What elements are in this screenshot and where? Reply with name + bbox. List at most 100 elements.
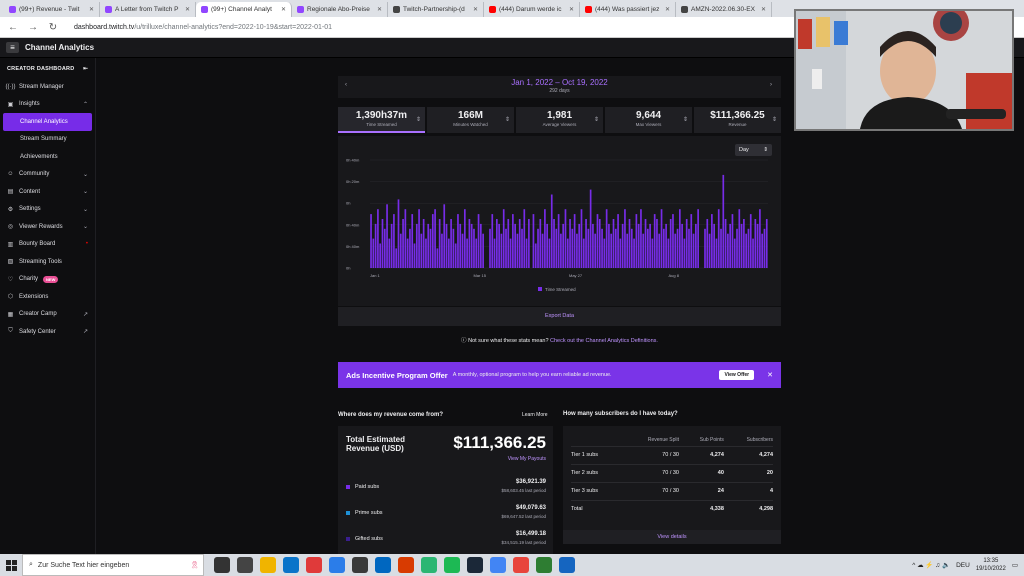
chart-bar[interactable] <box>617 214 619 268</box>
chart-bar[interactable] <box>628 219 631 268</box>
chart-bar[interactable] <box>532 214 535 268</box>
chart-bar[interactable] <box>624 209 626 268</box>
chart-bar[interactable] <box>727 233 729 268</box>
chart-bar[interactable] <box>692 233 695 268</box>
chart-bar[interactable] <box>404 209 407 268</box>
chart-bar[interactable] <box>418 209 420 268</box>
chart-bar[interactable] <box>704 228 706 268</box>
chart-bar[interactable] <box>658 233 661 268</box>
chart-bar[interactable] <box>415 223 418 268</box>
hamburger-menu-icon[interactable]: ≡ <box>6 42 19 53</box>
sidebar-item-content[interactable]: ▤ Content ⌄ <box>0 183 95 201</box>
chart-bar[interactable] <box>537 228 539 268</box>
taskbar-app-icon[interactable] <box>421 557 437 573</box>
chart-bar[interactable] <box>466 238 468 268</box>
collapse-sidebar-icon[interactable]: ⇤ <box>83 66 88 72</box>
chart-bar[interactable] <box>738 209 741 268</box>
chart-bar[interactable] <box>377 209 379 268</box>
taskbar-app-icon[interactable] <box>467 557 483 573</box>
chart-bar[interactable] <box>651 238 654 268</box>
close-tab-icon[interactable]: ✕ <box>761 6 766 13</box>
stat-tab-minutes-watched[interactable]: 166M Minutes Watched ⇕ <box>427 107 514 133</box>
chart-bar[interactable] <box>660 209 663 268</box>
taskbar-app-icon[interactable] <box>490 557 506 573</box>
view-details-button[interactable]: View details <box>563 530 781 544</box>
sidebar-item-viewer-rewards[interactable]: ◎ Viewer Rewards ⌄ <box>0 218 95 236</box>
sidebar-item-insights[interactable]: ▣ Insights ⌃ <box>0 96 95 114</box>
taskbar-app-icon[interactable] <box>559 557 575 573</box>
sidebar-item-extensions[interactable]: ⬡ Extensions <box>0 288 95 306</box>
chart-bar[interactable] <box>752 238 754 268</box>
chart-bar[interactable] <box>743 219 745 268</box>
taskbar-app-icon[interactable] <box>444 557 460 573</box>
sidebar-item-streaming-tools[interactable]: ▧ Streaming Tools <box>0 253 95 271</box>
chart-bar[interactable] <box>745 233 748 268</box>
notification-icon[interactable]: ▭ <box>1012 561 1018 569</box>
chart-bar[interactable] <box>518 219 521 268</box>
chart-bar[interactable] <box>656 219 658 268</box>
learn-more-link[interactable]: Learn More <box>522 412 548 418</box>
chart-bar[interactable] <box>489 228 491 268</box>
view-payouts-link[interactable]: View My Payouts <box>508 456 546 462</box>
chart-bar[interactable] <box>733 238 736 268</box>
chart-bar[interactable] <box>505 228 507 268</box>
chart-bar[interactable] <box>509 238 512 268</box>
chart-bar[interactable] <box>626 233 629 268</box>
sidebar-item-achievements[interactable]: Achievements <box>0 148 95 166</box>
chart-bar[interactable] <box>697 209 699 268</box>
sidebar-item-creator-camp[interactable]: ▦ Creator Camp ↗ <box>0 306 95 324</box>
stat-tab-time-streamed[interactable]: 1,390h37m Time Streamed ⇕ <box>338 107 425 133</box>
chart-bar[interactable] <box>589 189 592 268</box>
chart-bar[interactable] <box>674 233 677 268</box>
chart-bar[interactable] <box>379 243 382 269</box>
chart-bar[interactable] <box>539 219 542 268</box>
stat-tab-max-viewers[interactable]: 9,644 Max Viewers ⇕ <box>605 107 692 133</box>
chart-bar[interactable] <box>525 238 528 268</box>
sidebar-item-stream-manager[interactable]: ((·)) Stream Manager <box>0 78 95 96</box>
chart-bar[interactable] <box>683 238 686 268</box>
chart-bar[interactable] <box>736 228 738 268</box>
chart-bar[interactable] <box>740 223 743 268</box>
chart-bar[interactable] <box>493 238 496 268</box>
chart-bar[interactable] <box>402 219 404 268</box>
chart-bar[interactable] <box>653 214 656 268</box>
chart-bar[interactable] <box>523 209 526 268</box>
close-icon[interactable]: ✕ <box>767 371 773 379</box>
chart-bar[interactable] <box>473 228 475 268</box>
chart-bar[interactable] <box>759 209 761 268</box>
chart-bar[interactable] <box>763 228 766 268</box>
chart-bar[interactable] <box>678 209 681 268</box>
date-range-selector[interactable]: ‹ Jan 1, 2022 – Oct 19, 2022 292 days › <box>338 76 781 98</box>
chart-bar[interactable] <box>427 223 430 268</box>
chart-bar[interactable] <box>496 219 498 268</box>
chart-bar[interactable] <box>573 214 576 268</box>
chart-bar[interactable] <box>395 248 398 268</box>
url-field[interactable]: dashboard.twitch.tv/u/trilluxe/channel-a… <box>74 24 332 31</box>
taskbar-app-icon[interactable] <box>536 557 552 573</box>
chart-bar[interactable] <box>569 219 571 268</box>
language-indicator[interactable]: DEU <box>956 562 970 569</box>
chart-bar[interactable] <box>614 228 617 268</box>
taskbar-app-icon[interactable] <box>214 557 230 573</box>
chart-bar[interactable] <box>729 223 732 268</box>
chart-bar[interactable] <box>516 233 519 268</box>
chart-bar[interactable] <box>454 243 457 269</box>
stat-tab-revenue[interactable]: $111,366.25 Revenue ⇕ <box>694 107 781 133</box>
chart-bar[interactable] <box>521 228 523 268</box>
taskbar-app-icon[interactable] <box>260 557 276 573</box>
chart-bar[interactable] <box>500 233 503 268</box>
chart-bar[interactable] <box>438 219 441 268</box>
chart-bar[interactable] <box>603 238 606 268</box>
chart-bar[interactable] <box>633 238 635 268</box>
browser-tab[interactable]: (444) Darum werde ic ✕ <box>484 2 580 17</box>
chart-bar[interactable] <box>722 174 725 268</box>
chart-bar[interactable] <box>541 233 544 268</box>
chart-bar[interactable] <box>708 233 711 268</box>
chart-bar[interactable] <box>635 214 638 268</box>
chart-bar[interactable] <box>443 204 446 268</box>
chart-bar[interactable] <box>610 233 613 268</box>
sidebar-item-bounty-board[interactable]: ▥ Bounty Board • <box>0 236 95 254</box>
taskbar-app-icon[interactable] <box>329 557 345 573</box>
chart-bar[interactable] <box>612 219 615 268</box>
chart-bar[interactable] <box>386 204 388 268</box>
